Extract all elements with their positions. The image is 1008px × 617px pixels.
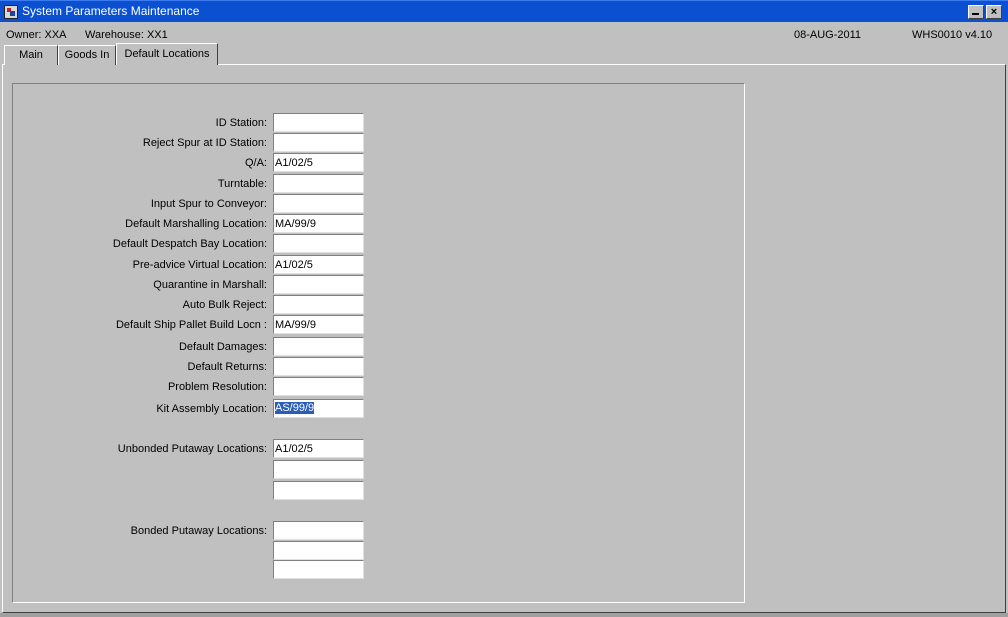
qa-field[interactable] <box>273 153 364 172</box>
damages-label: Default Damages: <box>178 341 267 353</box>
bonded-putaway-field-2[interactable] <box>273 541 364 560</box>
ship-pallet-field[interactable] <box>273 315 364 334</box>
damages-field[interactable] <box>273 337 364 356</box>
minimize-button[interactable] <box>968 5 984 19</box>
problem-resolution-field[interactable] <box>273 377 364 396</box>
date-label: 08-AUG-2011 <box>794 29 862 41</box>
auto-bulk-reject-field[interactable] <box>273 295 364 314</box>
kit-assembly-field[interactable]: AS/99/9 <box>273 399 364 418</box>
marshalling-location-label: Default Marshalling Location: <box>125 218 267 230</box>
qa-label: Q/A: <box>244 157 267 169</box>
bonded-putaway-field-3[interactable] <box>273 560 364 579</box>
status-bar: Owner: XXA Warehouse: XX1 08-AUG-2011 WH… <box>0 24 1008 44</box>
title-bar: System Parameters Maintenance × <box>0 0 1008 22</box>
unbonded-putaway-field-3[interactable] <box>273 481 364 500</box>
auto-bulk-reject-label: Auto Bulk Reject: <box>182 299 267 311</box>
returns-field[interactable] <box>273 357 364 376</box>
tab-default-locations[interactable]: Default Locations <box>116 43 218 65</box>
window-bottom-edge <box>0 613 1008 617</box>
despatch-bay-field[interactable] <box>273 234 364 253</box>
default-locations-frame <box>12 83 745 603</box>
turntable-field[interactable] <box>273 174 364 193</box>
id-station-field[interactable] <box>273 113 364 132</box>
input-spur-field[interactable] <box>273 194 364 213</box>
kit-assembly-value: AS/99/9 <box>275 402 315 414</box>
window-title: System Parameters Maintenance <box>22 4 200 18</box>
close-icon: × <box>990 6 998 18</box>
marshalling-location-field[interactable] <box>273 214 364 233</box>
close-button[interactable]: × <box>986 5 1002 19</box>
despatch-bay-label: Default Despatch Bay Location: <box>112 238 267 250</box>
bonded-putaway-field-1[interactable] <box>273 521 364 540</box>
input-spur-label: Input Spur to Conveyor: <box>150 198 267 210</box>
app-icon <box>4 5 18 19</box>
warehouse-label: Warehouse: XX1 <box>85 29 168 41</box>
tab-goods-in[interactable]: Goods In <box>58 45 116 65</box>
pre-advice-label: Pre-advice Virtual Location: <box>132 259 267 271</box>
turntable-label: Turntable: <box>217 178 267 190</box>
quarantine-label: Quarantine in Marshall: <box>153 279 267 291</box>
id-station-label: ID Station: <box>215 117 267 129</box>
unbonded-putaway-field-2[interactable] <box>273 460 364 479</box>
quarantine-field[interactable] <box>273 275 364 294</box>
unbonded-putaway-field-1[interactable] <box>273 439 364 458</box>
version-label: WHS0010 v4.10 <box>912 29 993 41</box>
unbonded-putaway-label: Unbonded Putaway Locations: <box>117 443 267 455</box>
tab-main[interactable]: Main <box>4 45 58 65</box>
problem-resolution-label: Problem Resolution: <box>167 381 267 393</box>
bonded-putaway-label: Bonded Putaway Locations: <box>130 525 267 537</box>
pre-advice-field[interactable] <box>273 255 364 274</box>
ship-pallet-label: Default Ship Pallet Build Locn : <box>115 319 267 331</box>
minimize-icon <box>972 13 979 15</box>
reject-spur-field[interactable] <box>273 133 364 152</box>
tab-strip: Main Goods In Default Locations <box>4 43 224 65</box>
owner-label: Owner: XXA <box>6 29 67 41</box>
returns-label: Default Returns: <box>187 361 267 373</box>
kit-assembly-label: Kit Assembly Location: <box>156 403 267 415</box>
reject-spur-label: Reject Spur at ID Station: <box>142 137 267 149</box>
